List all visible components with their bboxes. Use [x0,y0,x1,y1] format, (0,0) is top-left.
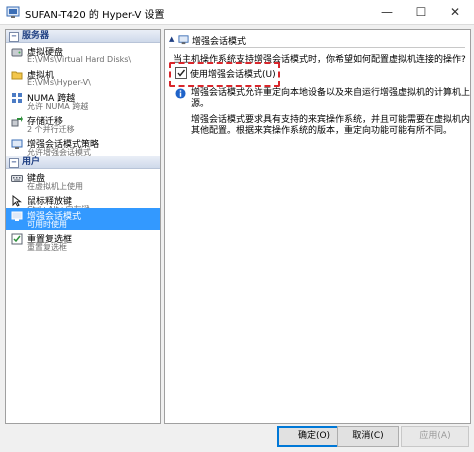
minimize-button[interactable]: — [370,0,404,24]
cancel-button[interactable]: 取消(C) [337,426,399,447]
tree-item-value: E:\VMs\Hyper-V\ [27,78,91,87]
session-icon [11,211,23,221]
tree-item-value: 重置复选框 [27,243,67,252]
window-title: SUFAN-T420 的 Hyper-V 设置 [25,10,165,21]
tree-item-storage-migrations[interactable]: 存储迁移 2 个并行迁移 [6,113,160,135]
section-server-label: 服务器 [22,31,50,41]
info-paragraph-2-line-1: 增强会话模式要求具有支持的来宾操作系统，并且可能需要在虚拟机内进行 [191,115,471,125]
tree-item-keyboard[interactable]: 键盘 在虚拟机上使用 [6,170,160,192]
section-server[interactable]: − 服务器 [6,30,160,43]
hard-disk-icon [11,48,23,57]
tree-item-value: 可用时使用 [27,220,67,229]
tree-item-value: 在虚拟机上使用 [27,182,83,191]
use-enhanced-session-checkbox[interactable] [175,67,187,79]
title-bar[interactable]: SUFAN-T420 的 Hyper-V 设置 — ☐ ✕ [0,0,474,25]
maximize-button[interactable]: ☐ [404,0,438,24]
session-icon [178,35,189,45]
settings-content-panel: ▲ 增强会话模式 当主机操作系统支持增强会话模式时，你希望如何配置虚拟机连接的操… [164,29,471,424]
migration-icon [11,116,23,127]
info-paragraph-2-line-2: 其他配置。根据来宾操作系统的版本，重定向功能可能有所不同。 [191,126,453,136]
tree-item-enhanced-session-policy[interactable]: 增强会话模式策略 允许增强会话模式 [6,136,160,158]
close-button[interactable]: ✕ [438,0,472,24]
hyper-v-settings-icon [6,6,20,18]
info-paragraph-1-line-1: 增强会话模式允许重定向本地设备以及来自运行增强虚拟机的计算机上的资 [191,88,471,98]
tree-item-enhanced-session[interactable]: 增强会话模式 可用时使用 [6,208,160,230]
tree-item-value: E:\VMs\Virtual Hard Disks\ [27,55,132,64]
session-policy-icon [11,139,23,149]
tree-item-value: 2 个并行迁移 [27,125,75,134]
tree-item-virtual-machines[interactable]: 虚拟机 E:\VMs\Hyper-V\ [6,67,160,89]
section-user[interactable]: − 用户 [6,156,160,169]
content-title: 增强会话模式 [192,37,247,47]
info-paragraph-1-line-2: 源。 [191,99,210,109]
numa-icon [12,93,22,103]
keyboard-icon [11,175,23,182]
tree-item-numa-spanning[interactable]: NUMA 跨越 允许 NUMA 跨越 [6,90,160,112]
hyper-v-settings-window: SUFAN-T420 的 Hyper-V 设置 — ☐ ✕ − 服务器 虚拟硬盘 … [0,0,474,452]
checkmark-icon [177,69,186,77]
apply-button[interactable]: 应用(A) [401,426,469,447]
info-icon [175,88,186,99]
folder-icon [11,71,23,80]
tree-item-value: 允许 NUMA 跨越 [27,102,89,111]
content-header: ▲ 增强会话模式 [169,34,465,47]
tree-item-virtual-hard-disks[interactable]: 虚拟硬盘 E:\VMs\Virtual Hard Disks\ [6,44,160,66]
divider [169,47,465,48]
use-enhanced-session-label[interactable]: 使用增强会话模式(U) [190,67,276,80]
settings-tree[interactable]: − 服务器 虚拟硬盘 E:\VMs\Virtual Hard Disks\ 虚拟机… [5,29,161,424]
chevron-down-icon: ▲ [169,35,175,43]
mouse-icon [12,195,22,207]
tree-item-reset-check-boxes[interactable]: 重置复选框 重置复选框 [6,231,160,253]
reset-icon [11,233,23,245]
section-user-label: 用户 [22,157,41,167]
collapse-toggle-icon[interactable]: − [9,158,19,168]
collapse-toggle-icon[interactable]: − [9,32,19,42]
